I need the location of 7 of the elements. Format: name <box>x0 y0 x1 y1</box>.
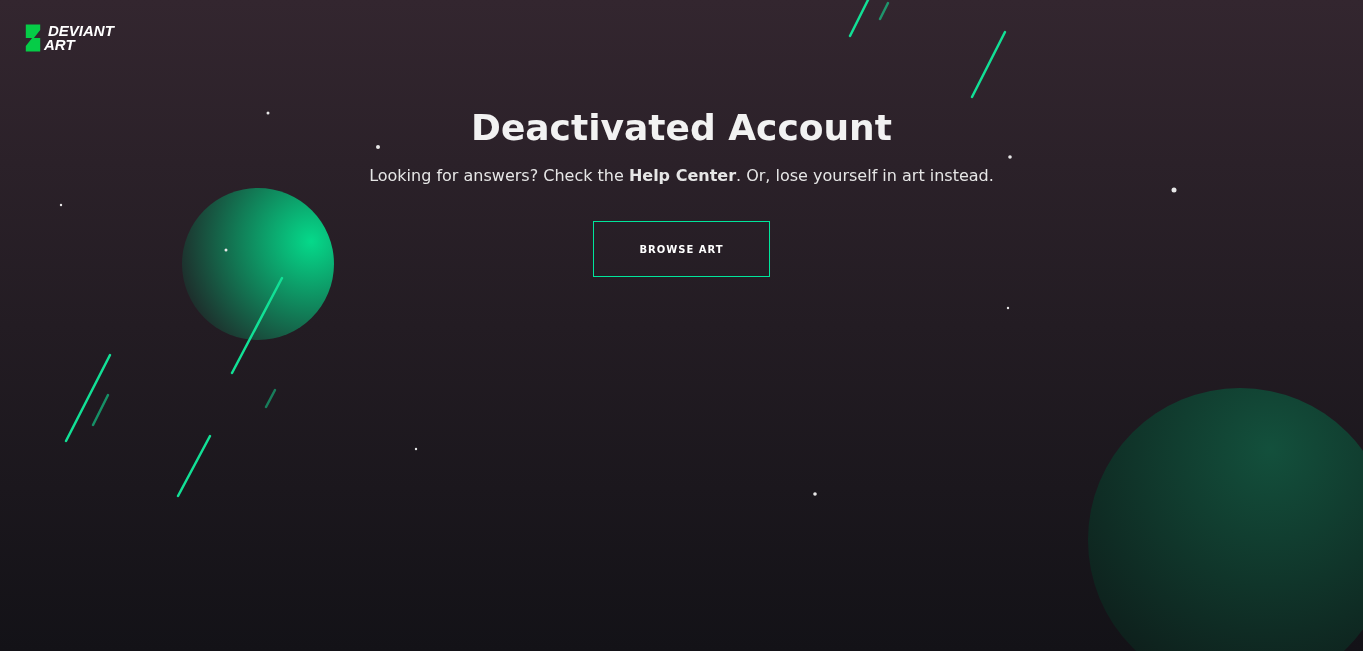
page-title: Deactivated Account <box>471 107 892 148</box>
logo-text: DEVIANT <box>48 24 114 38</box>
logo-text: ART <box>44 38 77 52</box>
browse-art-button[interactable]: BROWSE ART <box>593 221 770 277</box>
logo[interactable]: DEVIANT ART <box>24 23 114 53</box>
message-text: Looking for answers? Check the Help Center. Or, lose yourself in art instead. <box>369 166 994 185</box>
logo-icon <box>24 23 42 53</box>
